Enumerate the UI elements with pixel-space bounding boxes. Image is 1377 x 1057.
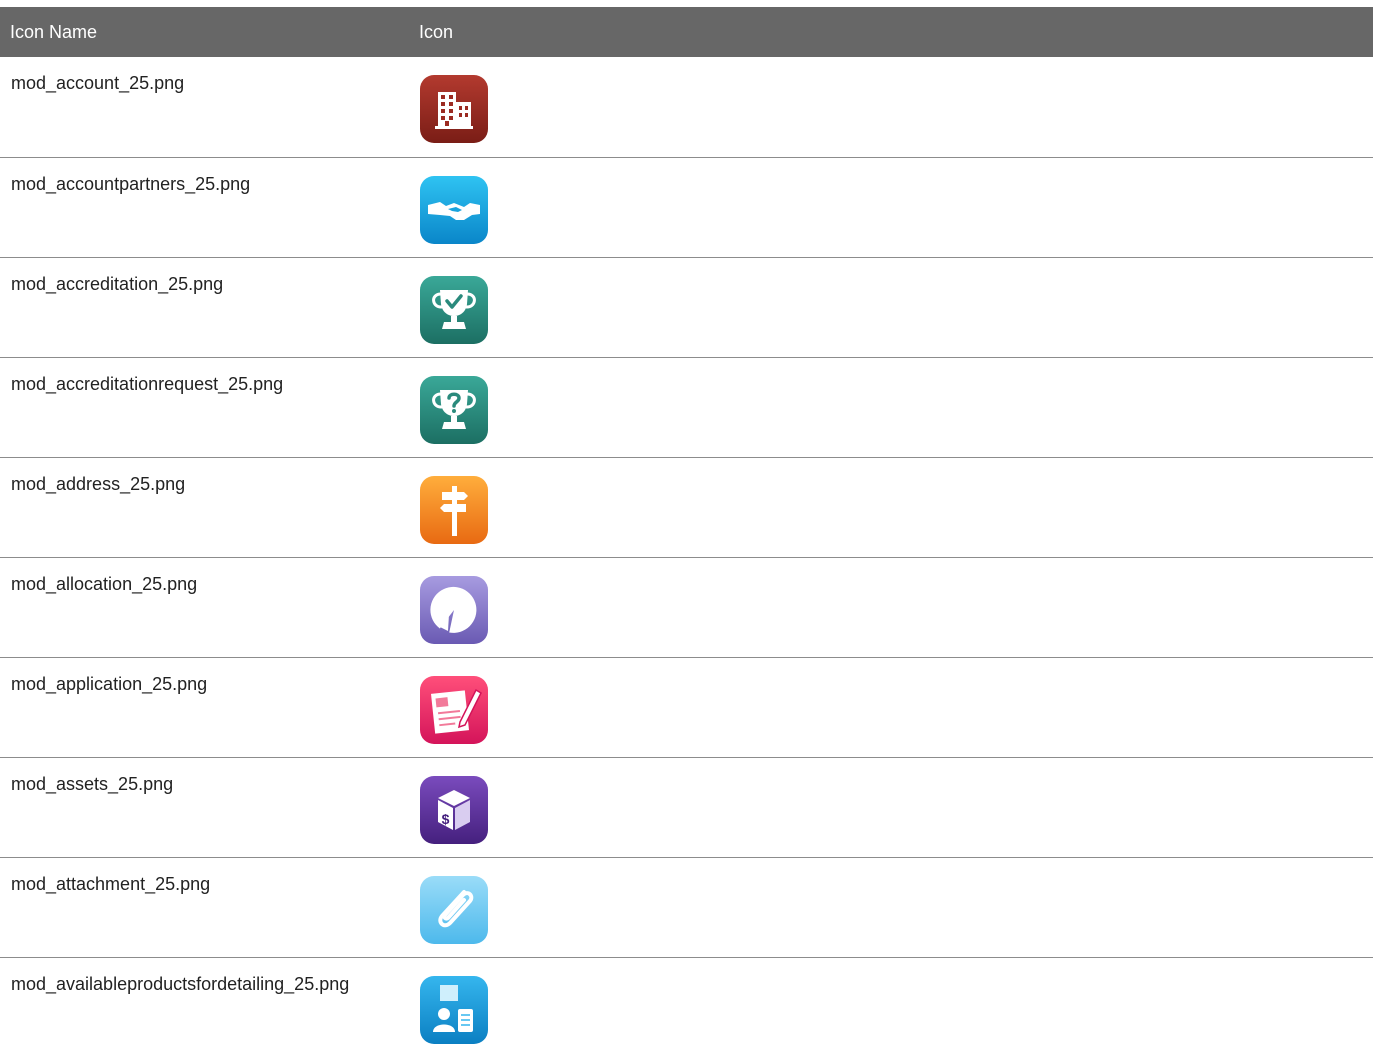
table-row: mod_allocation_25.png (0, 557, 1373, 657)
table-row: mod_accreditation_25.png (0, 257, 1373, 357)
table-row: mod_attachment_25.png (0, 857, 1373, 957)
trophy-check-icon (420, 275, 488, 344)
pie-chart-icon (420, 575, 488, 644)
table-row: mod_accreditationrequest_25.png (0, 357, 1373, 457)
handshake-icon (420, 175, 488, 244)
signpost-icon (420, 475, 488, 544)
icon-name-cell: mod_account_25.png (11, 73, 185, 93)
building-icon (420, 75, 488, 143)
table-header-row: Icon Name Icon (0, 7, 1373, 57)
application-form-icon (420, 675, 488, 744)
table-row: mod_assets_25.png $ (0, 757, 1373, 857)
icon-name-cell: mod_accreditationrequest_25.png (11, 373, 284, 394)
trophy-question-icon (420, 375, 488, 444)
table-row: mod_account_25.png (0, 57, 1373, 157)
icon-name-cell: mod_assets_25.png (11, 773, 174, 794)
icon-name-cell: mod_accreditation_25.png (11, 273, 224, 294)
icon-name-cell: mod_address_25.png (11, 473, 186, 494)
icon-name-cell: mod_attachment_25.png (11, 873, 211, 894)
table-row: mod_address_25.png (0, 457, 1373, 557)
svg-text:$: $ (442, 811, 450, 827)
header-icon: Icon (409, 7, 1373, 57)
product-detail-icon (420, 975, 488, 1044)
icon-name-cell: mod_availableproductsfordetailing_25.png (11, 973, 350, 994)
icon-name-cell: mod_allocation_25.png (11, 573, 198, 594)
table-row: mod_application_25.png (0, 657, 1373, 757)
icon-name-cell: mod_application_25.png (11, 673, 208, 694)
asset-box-icon: $ (420, 775, 488, 844)
table-row: mod_accountpartners_25.png (0, 157, 1373, 257)
icon-table: Icon Name Icon mod_account_25.png mod_ac… (0, 7, 1373, 1057)
paperclip-icon (420, 875, 488, 944)
header-icon-name: Icon Name (0, 7, 409, 57)
table-row: mod_availableproductsfordetailing_25.png (0, 957, 1373, 1057)
icon-name-cell: mod_accountpartners_25.png (11, 173, 251, 194)
